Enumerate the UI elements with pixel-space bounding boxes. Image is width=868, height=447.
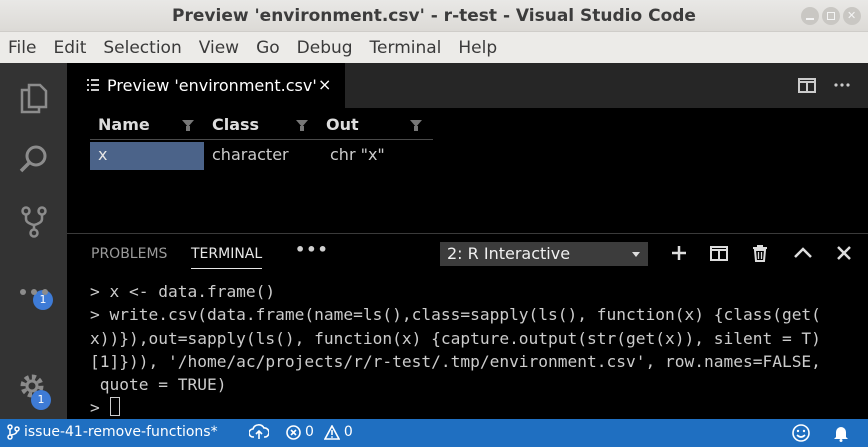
title-bar: Preview 'environment.csv' - r-test - Vis… <box>0 0 868 32</box>
terminal-output[interactable]: > x <- data.frame() > write.csv(data.fram… <box>90 280 862 420</box>
menu-terminal[interactable]: Terminal <box>370 38 442 58</box>
feedback-smiley-icon[interactable] <box>792 424 810 442</box>
source-control-icon[interactable] <box>17 205 51 239</box>
data-grid: Name Class Out x character chr "x" <box>90 112 433 170</box>
filter-icon[interactable] <box>296 120 308 131</box>
maximize-button[interactable] <box>822 7 840 25</box>
close-window-button[interactable] <box>843 7 861 25</box>
preview-file-icon <box>87 77 99 91</box>
table-cell[interactable]: x <box>90 142 204 170</box>
csv-preview: Name Class Out x character chr "x" <box>67 108 868 233</box>
table-cell[interactable]: character <box>204 142 318 170</box>
branch-icon <box>7 424 20 440</box>
window-title: Preview 'environment.csv' - r-test - Vis… <box>172 6 696 26</box>
terminal-prompt: > <box>90 398 110 418</box>
activity-bar: 1 1 <box>0 63 67 419</box>
trash-icon[interactable] <box>752 244 768 266</box>
sync-icon[interactable] <box>249 424 269 440</box>
split-terminal-icon[interactable] <box>710 244 728 266</box>
tab-preview-environment[interactable]: Preview 'environment.csv' × <box>67 63 345 108</box>
tab-title: Preview 'environment.csv' <box>107 76 317 95</box>
terminal-select-value: 2: R Interactive <box>447 244 571 263</box>
minimize-button[interactable] <box>801 7 819 25</box>
bottom-panel: PROBLEMS TERMINAL ••• 2: R Interactive >… <box>67 233 868 419</box>
filter-icon[interactable] <box>182 120 194 131</box>
menu-edit[interactable]: Edit <box>53 38 86 58</box>
editor-tab-bar: Preview 'environment.csv' × <box>67 63 868 108</box>
more-icon[interactable] <box>17 275 51 309</box>
menu-selection[interactable]: Selection <box>103 38 181 58</box>
column-header-name[interactable]: Name <box>90 112 204 139</box>
new-terminal-icon[interactable] <box>670 244 688 266</box>
terminal-line: > x <- data.frame() <box>90 282 276 301</box>
branch-name: issue-41-remove-functions* <box>24 424 218 440</box>
branch-indicator[interactable]: issue-41-remove-functions* <box>6 424 218 440</box>
status-bar: issue-41-remove-functions* 0 0 <box>0 419 868 447</box>
menu-view[interactable]: View <box>199 38 239 58</box>
column-header-out[interactable]: Out <box>318 112 432 139</box>
problems-indicator[interactable]: 0 0 <box>286 424 353 440</box>
warning-count: 0 <box>343 424 353 440</box>
menu-go[interactable]: Go <box>256 38 280 58</box>
warning-icon <box>323 424 340 440</box>
terminal-line: quote = TRUE) <box>90 375 227 395</box>
menu-bar: File Edit Selection View Go Debug Termin… <box>0 32 868 63</box>
menu-help[interactable]: Help <box>458 38 497 58</box>
terminal-select[interactable]: 2: R Interactive <box>440 242 648 266</box>
error-count: 0 <box>305 424 314 440</box>
close-panel-icon[interactable] <box>835 244 853 266</box>
files-icon[interactable] <box>17 81 51 115</box>
menu-file[interactable]: File <box>8 38 36 58</box>
settings-badge: 1 <box>31 390 51 410</box>
tab-problems[interactable]: PROBLEMS <box>91 246 167 262</box>
column-header-class[interactable]: Class <box>204 112 318 139</box>
menu-debug[interactable]: Debug <box>297 38 353 58</box>
terminal-line: [1]})), '/home/ac/projects/r/r-test/.tmp… <box>90 351 821 371</box>
grid-header: Name Class Out <box>90 112 433 140</box>
search-icon[interactable] <box>17 143 51 177</box>
panel-more-icon[interactable]: ••• <box>295 240 329 259</box>
error-icon <box>286 424 301 440</box>
filter-icon[interactable] <box>410 120 422 131</box>
editor-actions <box>798 77 850 97</box>
chevron-down-icon <box>632 252 640 257</box>
tab-close-icon[interactable]: × <box>318 75 331 94</box>
table-cell[interactable]: chr "x" <box>318 142 432 170</box>
tab-terminal[interactable]: TERMINAL <box>191 246 263 269</box>
terminal-line: x))}),out=sapply(ls(), function(x) {capt… <box>90 328 821 348</box>
split-editor-icon[interactable] <box>798 77 816 97</box>
terminal-cursor <box>109 397 120 417</box>
editor-more-icon[interactable] <box>834 77 850 97</box>
notifications-bell-icon[interactable] <box>833 424 849 442</box>
terminal-prompt-line: > <box>90 396 862 419</box>
terminal-line: > write.csv(data.frame(name=ls(),class=s… <box>90 305 821 325</box>
table-row: x character chr "x" <box>90 142 433 170</box>
maximize-panel-icon[interactable] <box>793 244 813 266</box>
